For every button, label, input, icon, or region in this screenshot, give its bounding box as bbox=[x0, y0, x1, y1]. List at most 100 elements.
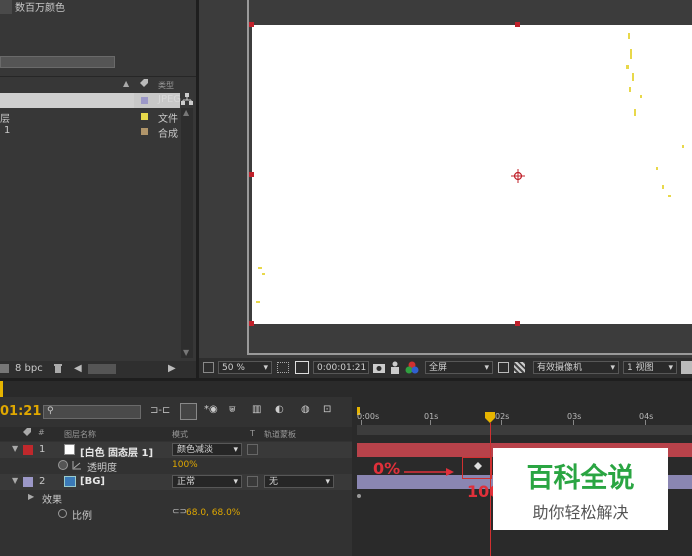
channels-icon[interactable] bbox=[405, 361, 419, 374]
ruler-label: 04s bbox=[639, 412, 654, 421]
annotation-start: 0% bbox=[373, 459, 401, 478]
project-panel: 数百万颜色 ▲ 类型 JPEG 层 文件 1 合成 ▲ ▼ 8 bpc ◀ ▶ bbox=[0, 0, 196, 378]
hscroll-thumb[interactable] bbox=[88, 364, 116, 374]
solid-layer-icon bbox=[64, 444, 75, 455]
layer-column-header: # 图层名称 模式 T 轨道蒙板 bbox=[0, 427, 352, 441]
timecode-button[interactable]: 0:00:01:21 bbox=[313, 361, 369, 374]
item-type: 文件 bbox=[158, 114, 178, 125]
constrain-proportions-icon[interactable]: ⊂⊃ bbox=[172, 507, 187, 517]
views-dropdown[interactable]: 1 视图 ▾ bbox=[623, 361, 677, 374]
work-area-bar[interactable] bbox=[357, 425, 692, 435]
fast-preview-icon[interactable] bbox=[681, 361, 692, 374]
camera-value: 有效摄像机 bbox=[537, 363, 583, 373]
layer-row[interactable]: ▼ 1 [白色 固态层 1] 颜色减淡 ▾ bbox=[0, 442, 352, 459]
show-snapshot-icon[interactable] bbox=[390, 361, 400, 374]
shy-layers-icon[interactable]: ⩐ bbox=[229, 404, 236, 415]
preserve-transparency-checkbox[interactable] bbox=[247, 444, 258, 455]
preserve-transparency-checkbox[interactable] bbox=[247, 476, 258, 487]
camera-dropdown[interactable]: 有效摄像机 ▾ bbox=[533, 361, 619, 374]
timeline-tab-bar bbox=[0, 381, 692, 397]
item-name: 层 bbox=[0, 114, 10, 125]
label-color-swatch bbox=[141, 113, 148, 120]
viewer-border bbox=[247, 353, 692, 355]
trkmat-header: 轨道蒙板 bbox=[264, 430, 296, 439]
motion-blur-icon[interactable]: ◐ bbox=[275, 404, 284, 415]
stopwatch-icon[interactable] bbox=[58, 460, 68, 470]
layer-search-input[interactable]: ⚲ bbox=[43, 405, 141, 419]
bound-handle[interactable] bbox=[249, 172, 254, 177]
bound-handle[interactable] bbox=[249, 321, 254, 326]
time-ruler[interactable]: 0:00s 01s 02s 03s 04s bbox=[357, 407, 692, 435]
always-preview-icon[interactable] bbox=[203, 362, 214, 373]
blend-mode-dropdown[interactable]: 正常 ▾ bbox=[172, 475, 242, 488]
project-item[interactable]: JPEG bbox=[0, 93, 182, 108]
project-item[interactable]: 层 文件 bbox=[0, 109, 180, 125]
graph-icon[interactable] bbox=[72, 460, 82, 470]
layer-name[interactable]: [白色 固态层 1] bbox=[80, 444, 153, 459]
zoom-dropdown[interactable]: 50 % ▾ bbox=[218, 361, 272, 374]
scroll-left-icon[interactable]: ◀ bbox=[74, 363, 82, 374]
region-of-interest-icon[interactable] bbox=[498, 362, 509, 373]
yellow-speckles bbox=[256, 33, 684, 303]
item-type: JPEG bbox=[158, 94, 182, 105]
tab-highlight bbox=[0, 381, 3, 397]
viewer-toolbar: 50 % ▾ 0:00:01:21 全屏 ▾ 有效摄像机 ▾ 1 视图 ▾ bbox=[199, 358, 692, 378]
type-column-header: 类型 bbox=[158, 81, 174, 90]
bpc-label[interactable]: 8 bpc bbox=[15, 363, 43, 374]
expand-arrow-icon[interactable]: ▼ bbox=[12, 476, 18, 485]
composition-canvas[interactable] bbox=[249, 22, 692, 326]
track-matte-dropdown[interactable]: 无 ▾ bbox=[264, 475, 334, 488]
label-color-swatch[interactable] bbox=[23, 445, 33, 455]
graph-editor-icon[interactable]: ⊡ bbox=[323, 404, 331, 415]
frame-blending-icon[interactable]: ▥ bbox=[252, 404, 261, 415]
interpret-icon[interactable] bbox=[0, 364, 9, 373]
layer-name[interactable]: [BG] bbox=[80, 476, 105, 487]
expand-arrow-icon[interactable]: ▼ bbox=[12, 444, 18, 453]
layer-name-header[interactable]: 图层名称 bbox=[64, 429, 96, 440]
blend-mode-dropdown[interactable]: 颜色减淡 ▾ bbox=[172, 443, 242, 456]
trash-icon[interactable] bbox=[53, 363, 63, 374]
stopwatch-icon[interactable] bbox=[58, 509, 67, 518]
search-field[interactable] bbox=[0, 56, 115, 68]
scroll-right-icon[interactable]: ▶ bbox=[168, 363, 176, 374]
expand-arrow-icon[interactable]: ▶ bbox=[28, 492, 34, 501]
mask-visibility-icon[interactable] bbox=[295, 361, 309, 374]
timeline-panel: 01:21 ⚲ ⊐-⊏ *◉ ⩐ ▥ ◐ ◍ ⊡ # 图层名称 模式 T 轨道蒙… bbox=[0, 381, 692, 556]
opacity-label: 透明度 bbox=[87, 463, 117, 474]
property-row[interactable]: 比例 ⊂⊃ 68.0, 68.0% bbox=[0, 506, 352, 522]
views-value: 1 视图 bbox=[627, 363, 654, 373]
label-color-swatch[interactable] bbox=[23, 477, 33, 487]
network-icon[interactable] bbox=[181, 93, 193, 106]
project-item[interactable]: 1 合成 bbox=[0, 124, 180, 140]
anchor-point-icon[interactable] bbox=[511, 169, 525, 183]
comp-mini-flowchart-icon[interactable]: ⊐-⊏ bbox=[150, 405, 170, 416]
keyframe-dot[interactable] bbox=[357, 494, 361, 498]
snapshot-icon[interactable] bbox=[373, 362, 385, 373]
item-name: 1 bbox=[4, 125, 11, 136]
track-matte-value: 无 bbox=[269, 477, 279, 487]
bound-handle[interactable] bbox=[515, 321, 520, 326]
brainstorm-icon[interactable]: ◍ bbox=[301, 404, 310, 415]
transparency-grid-icon[interactable] bbox=[514, 362, 525, 373]
layer-row[interactable]: ▼ 2 [BG] 正常 ▾ 无 ▾ bbox=[0, 474, 352, 490]
draft-3d-icon[interactable]: *◉ bbox=[204, 404, 218, 415]
scale-value[interactable]: 68.0, 68.0% bbox=[186, 508, 240, 518]
opacity-value[interactable]: 100% bbox=[172, 460, 198, 470]
project-footer: 8 bpc ◀ ▶ bbox=[0, 361, 196, 378]
resolution-dropdown[interactable]: 全屏 ▾ bbox=[425, 361, 493, 374]
bound-handle[interactable] bbox=[515, 22, 520, 27]
effects-label: 效果 bbox=[42, 495, 62, 506]
live-update-icon[interactable] bbox=[180, 403, 197, 420]
blend-mode-value: 正常 bbox=[177, 477, 196, 487]
scale-label: 比例 bbox=[72, 511, 92, 522]
safe-margins-icon[interactable] bbox=[277, 362, 289, 373]
bound-handle[interactable] bbox=[249, 22, 254, 27]
current-time-display[interactable]: 01:21 bbox=[0, 404, 41, 419]
sort-arrow-icon[interactable]: ▲ bbox=[123, 79, 129, 88]
property-row[interactable]: 透明度 100% bbox=[0, 458, 352, 474]
label-tag-icon[interactable] bbox=[139, 79, 149, 88]
watermark-subtitle: 助你轻松解决 bbox=[532, 503, 629, 522]
scrollbar[interactable]: ▲ ▼ bbox=[181, 108, 193, 358]
label-tag-icon bbox=[22, 428, 32, 437]
property-group-row[interactable]: ▶ 效果 bbox=[0, 490, 352, 506]
